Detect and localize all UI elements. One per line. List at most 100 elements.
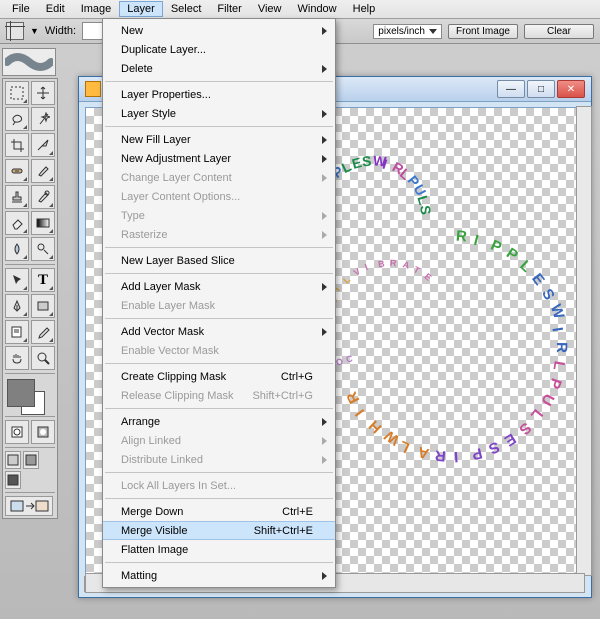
app-window: FileEditImageLayerSelectFilterViewWindow… (0, 0, 600, 619)
menu-item-add-layer-mask[interactable]: Add Layer Mask (103, 277, 335, 296)
menu-layer[interactable]: Layer (119, 1, 163, 17)
menu-bar: FileEditImageLayerSelectFilterViewWindow… (0, 0, 600, 19)
menu-separator (105, 408, 333, 409)
menu-item-flatten-image[interactable]: Flatten Image (103, 540, 335, 559)
units-select[interactable]: pixels/inch (373, 24, 442, 39)
menu-item-distribute-linked: Distribute Linked (103, 450, 335, 469)
submenu-arrow-icon (322, 231, 327, 239)
menu-item-duplicate-layer[interactable]: Duplicate Layer... (103, 40, 335, 59)
menu-view[interactable]: View (250, 1, 290, 17)
menu-item-add-vector-mask[interactable]: Add Vector Mask (103, 322, 335, 341)
chevron-down-icon[interactable]: ▼ (30, 26, 39, 36)
submenu-arrow-icon (322, 283, 327, 291)
menu-item-create-clipping-mask[interactable]: Create Clipping MaskCtrl+G (103, 367, 335, 386)
submenu-arrow-icon (322, 174, 327, 182)
brush-preview[interactable] (2, 48, 56, 76)
menu-separator (105, 247, 333, 248)
hand-tool[interactable] (5, 346, 29, 370)
gradient-tool[interactable] (31, 211, 55, 235)
screenmode-full-menu[interactable] (23, 451, 39, 469)
menu-separator (105, 562, 333, 563)
crop-icon (6, 22, 24, 40)
menu-item-new-adjustment-layer[interactable]: New Adjustment Layer (103, 149, 335, 168)
menu-item-change-layer-content: Change Layer Content (103, 168, 335, 187)
menu-edit[interactable]: Edit (38, 1, 73, 17)
menu-separator (105, 498, 333, 499)
toolbox: T (2, 78, 58, 519)
slice-tool[interactable] (31, 133, 55, 157)
path-select-tool[interactable] (5, 268, 29, 292)
type-tool[interactable]: T (31, 268, 55, 292)
menu-item-merge-visible[interactable]: Merge VisibleShift+Ctrl+E (103, 521, 335, 540)
move-tool[interactable] (31, 81, 55, 105)
submenu-arrow-icon (322, 328, 327, 336)
document-icon (85, 81, 101, 97)
menu-file[interactable]: File (4, 1, 38, 17)
menu-item-new-fill-layer[interactable]: New Fill Layer (103, 130, 335, 149)
menu-window[interactable]: Window (290, 1, 345, 17)
zoom-tool[interactable] (31, 346, 55, 370)
front-image-button[interactable]: Front Image (448, 24, 518, 39)
screenmode-full[interactable] (5, 471, 21, 489)
eraser-tool[interactable] (5, 211, 29, 235)
menu-item-rasterize: Rasterize (103, 225, 335, 244)
menu-separator (105, 318, 333, 319)
close-button[interactable]: ✕ (557, 80, 585, 98)
color-swatches[interactable] (5, 377, 51, 413)
quickmask-on[interactable] (31, 420, 55, 444)
dodge-tool[interactable] (31, 237, 55, 261)
menu-separator (105, 126, 333, 127)
menu-item-release-clipping-mask: Release Clipping MaskShift+Ctrl+G (103, 386, 335, 405)
clear-button[interactable]: Clear (524, 24, 594, 39)
history-brush-tool[interactable] (31, 185, 55, 209)
stamp-tool[interactable] (5, 185, 29, 209)
heal-tool[interactable] (5, 159, 29, 183)
submenu-arrow-icon (322, 155, 327, 163)
menu-separator (105, 363, 333, 364)
crop-tool[interactable] (5, 133, 29, 157)
menu-item-merge-down[interactable]: Merge DownCtrl+E (103, 502, 335, 521)
screenmode-standard[interactable] (5, 451, 21, 469)
menu-image[interactable]: Image (73, 1, 120, 17)
menu-item-new-layer-based-slice[interactable]: New Layer Based Slice (103, 251, 335, 270)
brush-tool[interactable] (31, 159, 55, 183)
blur-tool[interactable] (5, 237, 29, 261)
menu-item-align-linked: Align Linked (103, 431, 335, 450)
menu-help[interactable]: Help (345, 1, 384, 17)
pen-tool[interactable] (5, 294, 29, 318)
chevron-down-icon (429, 29, 437, 34)
submenu-arrow-icon (322, 456, 327, 464)
submenu-arrow-icon (322, 437, 327, 445)
menu-item-enable-layer-mask: Enable Layer Mask (103, 296, 335, 315)
menu-separator (105, 81, 333, 82)
submenu-arrow-icon (322, 65, 327, 73)
menu-item-arrange[interactable]: Arrange (103, 412, 335, 431)
menu-item-enable-vector-mask: Enable Vector Mask (103, 341, 335, 360)
wand-tool[interactable] (31, 107, 55, 131)
minimize-button[interactable]: — (497, 80, 525, 98)
vertical-scrollbar[interactable] (576, 106, 592, 576)
menu-select[interactable]: Select (163, 1, 210, 17)
menu-item-new[interactable]: New (103, 21, 335, 40)
submenu-arrow-icon (322, 212, 327, 220)
submenu-arrow-icon (322, 110, 327, 118)
menu-item-lock-all-layers-in-set: Lock All Layers In Set... (103, 476, 335, 495)
jump-to-imageready[interactable] (5, 496, 53, 516)
notes-tool[interactable] (5, 320, 29, 344)
eyedropper-tool[interactable] (31, 320, 55, 344)
submenu-arrow-icon (322, 572, 327, 580)
menu-item-layer-style[interactable]: Layer Style (103, 104, 335, 123)
lasso-tool[interactable] (5, 107, 29, 131)
shape-tool[interactable] (31, 294, 55, 318)
width-label: Width: (45, 25, 76, 37)
quickmask-off[interactable] (5, 420, 29, 444)
menu-item-layer-properties[interactable]: Layer Properties... (103, 85, 335, 104)
menu-item-matting[interactable]: Matting (103, 566, 335, 585)
menu-separator (105, 472, 333, 473)
marquee-tool[interactable] (5, 81, 29, 105)
menu-filter[interactable]: Filter (209, 1, 249, 17)
menu-item-delete[interactable]: Delete (103, 59, 335, 78)
menu-item-type: Type (103, 206, 335, 225)
left-panels: T (2, 48, 56, 519)
maximize-button[interactable]: □ (527, 80, 555, 98)
